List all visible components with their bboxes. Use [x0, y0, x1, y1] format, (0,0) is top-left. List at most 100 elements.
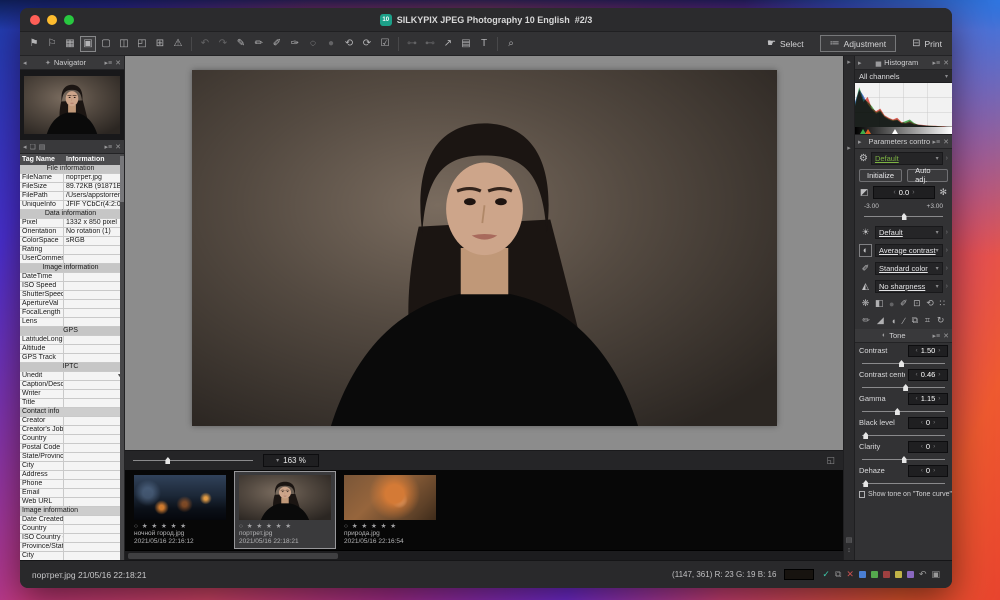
filmstrip-scrollbar-handle[interactable] [128, 553, 338, 559]
metadata-value-cell[interactable]: ▾ [64, 372, 121, 380]
contrast-value-box[interactable]: ‹1.50› [908, 345, 948, 357]
chevron-right-icon[interactable]: › [946, 155, 948, 162]
mark-green-icon[interactable] [871, 571, 878, 578]
panel-menu-icon[interactable]: ▸≡ [105, 59, 113, 67]
initialize-button[interactable]: Initialize [859, 169, 902, 182]
dehaze-slider-thumb[interactable] [863, 480, 868, 487]
chevron-right-icon[interactable]: › [946, 229, 948, 236]
taste-select[interactable]: Default ▾ [871, 152, 943, 165]
metadata-row[interactable]: Creator [20, 417, 121, 426]
color-select[interactable]: Standard color▾ [875, 262, 943, 275]
panel-collapse-icon[interactable]: ◂ [23, 59, 27, 67]
black-level-value-box[interactable]: ‹0› [908, 417, 948, 429]
close-icon[interactable]: ✕ [943, 59, 949, 67]
contrast-slider-thumb[interactable] [899, 360, 904, 367]
fine-color-tool-icon[interactable]: ❋ [862, 298, 870, 309]
stepper-left-icon[interactable]: ‹ [893, 189, 895, 196]
auto-adjust-button[interactable]: Auto adj. [907, 169, 948, 182]
undo-icon[interactable]: ↶ [197, 36, 213, 52]
metadata-row[interactable]: Date Created [20, 516, 121, 525]
gamma-slider[interactable] [862, 411, 945, 412]
frame-tool-icon[interactable]: ⊡ [913, 298, 921, 309]
sharpness-select[interactable]: No sharpness▾ [875, 280, 943, 293]
rotation-tool-icon[interactable]: ↻ [937, 315, 945, 326]
dodge-tool-icon[interactable]: ✏ [862, 315, 870, 326]
soft-focus-tool-icon[interactable]: ● [889, 299, 894, 309]
metadata-row[interactable]: Creator's Jobti [20, 426, 121, 435]
metadata-row[interactable]: Email [20, 489, 121, 498]
stepper-left-icon[interactable]: ‹ [921, 467, 923, 474]
stepper-left-icon[interactable]: ‹ [916, 371, 918, 378]
metadata-value-cell[interactable]: 89.72KB (91871Byt [64, 183, 121, 191]
main-photo[interactable] [192, 70, 777, 426]
redo-icon[interactable]: ↷ [215, 36, 231, 52]
clarity-slider[interactable] [862, 459, 945, 460]
mark-blue-icon[interactable] [859, 571, 866, 578]
adjustment-mode-button[interactable]: ≔ Adjustment [820, 35, 897, 52]
metadata-row[interactable]: ShutterSpeed [20, 291, 121, 300]
rating-stars[interactable]: ○ ★ ★ ★ ★ ★ [344, 522, 436, 530]
metadata-row[interactable]: UserComment [20, 255, 121, 264]
metadata-row[interactable]: Province/State [20, 543, 121, 552]
metadata-row[interactable]: UniqueInfoJFIF YCbCr(4:2:0)Pro [20, 201, 121, 210]
stepper-right-icon[interactable]: › [933, 467, 935, 474]
mark-yellow-icon[interactable] [895, 571, 902, 578]
filmstrip-item[interactable]: ○ ★ ★ ★ ★ ★портрет.jpg2021/05/16 22:18:2… [235, 472, 335, 548]
gradation-tool-icon[interactable]: ◢ [877, 315, 884, 326]
minimize-window-button[interactable] [47, 15, 57, 25]
metadata-row[interactable]: Country [20, 525, 121, 534]
stepper-left-icon[interactable]: ‹ [916, 395, 918, 402]
metadata-row[interactable]: Unedit▾ [20, 372, 121, 381]
exposure-bias-icon[interactable]: ◩ [860, 187, 869, 198]
panel-expand-icon[interactable]: ▸ [858, 138, 862, 146]
clarity-slider-thumb[interactable] [902, 456, 907, 463]
stepper-right-icon[interactable]: › [938, 347, 940, 354]
chevron-right-icon[interactable]: › [946, 265, 948, 272]
stepper-right-icon[interactable]: › [933, 419, 935, 426]
contrast-slider[interactable] [862, 363, 945, 364]
label-icon[interactable]: ▤ [458, 36, 474, 52]
metadata-value-cell[interactable]: sRGB [64, 237, 121, 245]
zoom-value-box[interactable]: ▾ 163 % [263, 454, 319, 467]
metadata-row[interactable]: Address [20, 471, 121, 480]
title-bar[interactable]: 10 SILKYPIX JPEG Photography 10 English … [20, 8, 952, 32]
metadata-row[interactable]: FilePath/Users/appstorrent [20, 192, 121, 201]
metadata-row[interactable]: State/Province [20, 453, 121, 462]
compare-view-icon[interactable]: ◫ [116, 36, 132, 52]
select-mode-button[interactable]: ☛ Select [767, 38, 804, 49]
panel-expand-icon[interactable]: ▸ [847, 144, 851, 154]
panel-menu-icon[interactable]: ▸≡ [933, 332, 941, 340]
chevron-right-icon[interactable]: › [946, 247, 948, 254]
exposure-slider[interactable] [864, 216, 943, 217]
stepper-left-icon[interactable]: ‹ [921, 419, 923, 426]
metadata-row[interactable]: Postal Code [20, 444, 121, 453]
filmstrip-item[interactable]: ○ ★ ★ ★ ★ ★природа.jpg2021/05/16 22:16:5… [340, 472, 440, 548]
exposure-slider-thumb[interactable] [902, 213, 907, 220]
wb-pen-icon[interactable]: ✏ [251, 36, 267, 52]
thumbnail-view-icon[interactable]: ▦ [62, 36, 78, 52]
gamma-slider-thumb[interactable] [895, 408, 900, 415]
copy-settings-icon[interactable]: ⧉ [835, 570, 841, 579]
auto-adjust-pen-icon[interactable]: ✎ [233, 36, 249, 52]
metadata-value-cell[interactable]: JFIF YCbCr(4:2:0)Pro [64, 201, 121, 209]
panel-menu-icon[interactable]: ▸≡ [933, 138, 941, 146]
metadata-row[interactable]: Writer [20, 390, 121, 399]
apply-check-icon[interactable]: ✓ [822, 570, 830, 579]
multi-view-icon[interactable]: ⊞ [152, 36, 168, 52]
histogram-marker[interactable] [865, 129, 871, 134]
checkmark-box-icon[interactable]: ☑ [377, 36, 393, 52]
warning-display-icon[interactable]: ⚠ [170, 36, 186, 52]
filmstrip-item[interactable]: ○ ★ ★ ★ ★ ★ночной город.jpg2021/05/16 22… [130, 472, 230, 548]
white-balance-select[interactable]: Default▾ [875, 226, 943, 239]
close-icon[interactable]: ✕ [943, 332, 949, 340]
tone-curve-tool-icon[interactable]: ◧ [875, 298, 884, 309]
select-flag-icon[interactable]: ⚐ [44, 36, 60, 52]
metadata-row[interactable]: City [20, 552, 121, 560]
clarity-value-box[interactable]: ‹0› [908, 441, 948, 453]
panel-expand-icon[interactable]: ▸ [847, 58, 851, 68]
mark-red-icon[interactable] [883, 571, 890, 578]
metadata-row[interactable]: Pixel1332 x 850 pixel [20, 219, 121, 228]
filmstrip-scrollbar[interactable] [125, 550, 843, 560]
metadata-value-cell[interactable]: портрет.jpg [64, 174, 121, 182]
metadata-row[interactable]: Web URL [20, 498, 121, 507]
